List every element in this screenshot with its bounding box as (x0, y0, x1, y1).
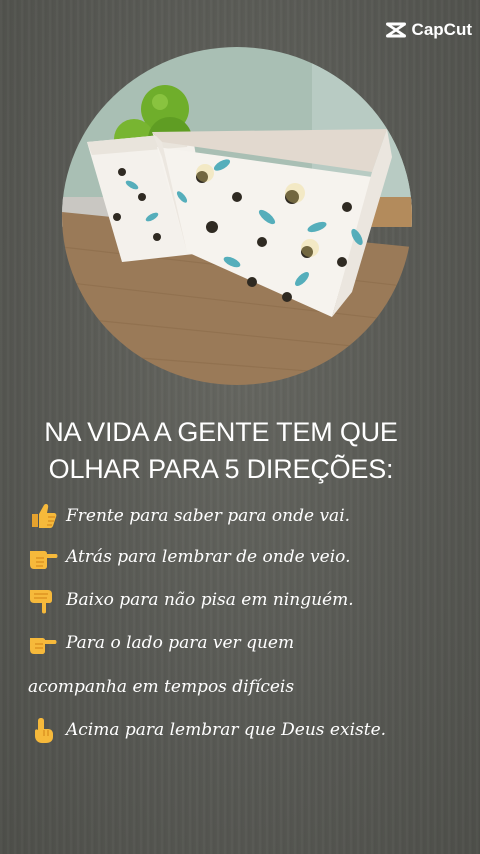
direction-item: Atrás para lembrar de onde veio. (28, 543, 351, 571)
ceramic-planters-photo (62, 47, 412, 385)
direction-text: Frente para saber para onde vai. (66, 506, 351, 526)
direction-text: Para o lado para ver quem (66, 633, 295, 653)
direction-item: acompanha em tempos difíceis (28, 677, 294, 697)
direction-text: Acima para lembrar que Deus existe. (66, 720, 387, 740)
capcut-watermark: CapCut (385, 20, 472, 40)
direction-item: Para o lado para ver quem (28, 629, 294, 657)
thumbs-up-icon (28, 502, 58, 530)
capcut-logo-icon (385, 21, 407, 39)
headline: NA VIDA A GENTE TEM QUE OLHAR PARA 5 DIR… (0, 414, 442, 488)
headline-line-1: NA VIDA A GENTE TEM QUE (44, 417, 398, 447)
direction-item: Baixo para não pisa em ninguém. (28, 586, 354, 614)
direction-text: acompanha em tempos difíceis (28, 677, 295, 697)
headline-line-2: OLHAR PARA 5 DIREÇÕES: (48, 454, 394, 484)
pointing-up-icon (28, 716, 58, 744)
pointing-down-icon (28, 586, 58, 614)
capcut-brand-label: CapCut (411, 20, 472, 39)
direction-item: Frente para saber para onde vai. (28, 502, 350, 530)
direction-item: Acima para lembrar que Deus existe. (28, 716, 386, 744)
direction-text: Atrás para lembrar de onde veio. (66, 547, 351, 567)
pointing-side-icon (28, 629, 58, 657)
direction-text: Baixo para não pisa em ninguém. (66, 590, 354, 610)
pointing-right-icon (28, 543, 58, 571)
